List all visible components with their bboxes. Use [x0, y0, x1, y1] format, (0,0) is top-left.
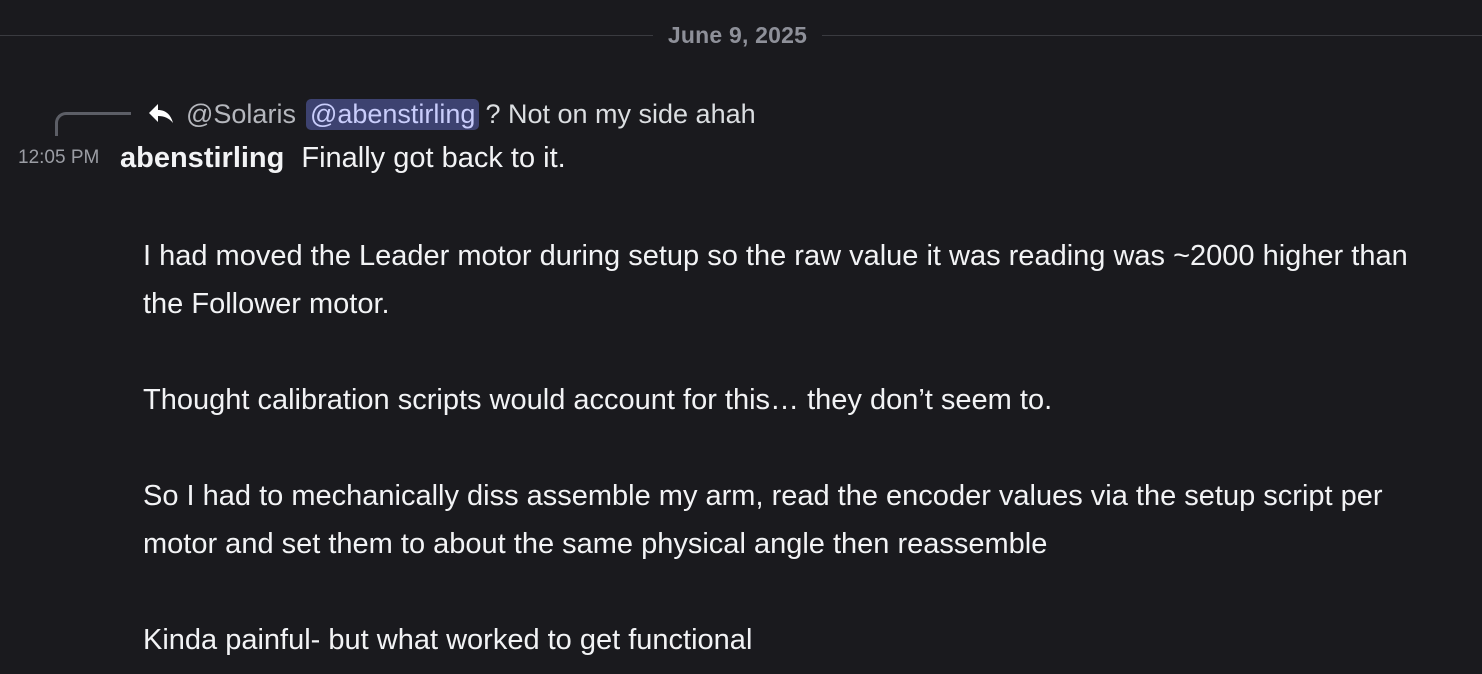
date-divider-label: June 9, 2025	[667, 22, 808, 48]
divider-line-right	[822, 35, 1482, 36]
reply-arrow-icon	[146, 99, 176, 129]
message-first-line: Finally got back to it.	[301, 141, 566, 174]
chat-view: June 9, 2025 @Solaris @abenstirling ? No…	[0, 0, 1482, 674]
date-divider: June 9, 2025	[0, 18, 1482, 54]
reply-mention[interactable]: @abenstirling	[305, 98, 480, 130]
reply-spine	[55, 112, 131, 136]
message-body: I had moved the Leader motor during setu…	[143, 232, 1443, 664]
message-header: 12:05 PM abenstirling Finally got back t…	[18, 136, 566, 180]
reply-preview[interactable]: @Solaris @abenstirling ? Not on my side …	[146, 94, 756, 134]
message-author[interactable]: abenstirling	[120, 142, 284, 175]
message-timestamp[interactable]: 12:05 PM	[18, 147, 120, 169]
message-paragraph: Kinda painful- but what worked to get fu…	[143, 624, 753, 656]
message-paragraph: Thought calibration scripts would accoun…	[143, 384, 1053, 416]
reply-author[interactable]: @Solaris	[186, 99, 296, 130]
message-paragraph: I had moved the Leader motor during setu…	[143, 240, 1408, 320]
divider-line-left	[0, 35, 653, 36]
message-paragraph: So I had to mechanically diss assemble m…	[143, 480, 1383, 560]
reply-text: ? Not on my side ahah	[485, 98, 756, 129]
